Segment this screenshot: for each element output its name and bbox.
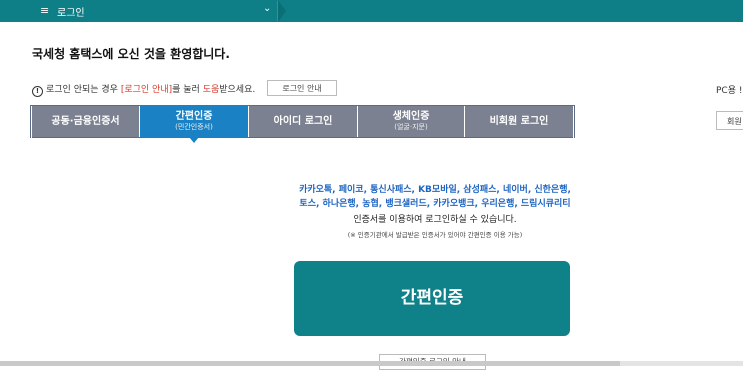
tab-guest-login[interactable]: 비회원 로그인: [465, 106, 573, 137]
tab-underline: [32, 137, 573, 138]
notice-suffix: 받으세요.: [219, 85, 256, 95]
info-icon: !: [32, 86, 43, 97]
tab-simple-auth[interactable]: 간편인증 (민간인증서): [140, 106, 248, 143]
provider-line: 토스, 하나은행, 농협, 뱅크샐러드, 카카오뱅크, 우리은행, 드림시큐리티: [299, 199, 571, 209]
login-guide-link[interactable]: [로그인 안내]: [121, 85, 172, 95]
notice-middle: 를 눌러: [172, 85, 203, 95]
tab-label: 비회원 로그인: [489, 116, 549, 127]
notice-help: 도움: [202, 85, 220, 95]
top-navigation-bar: ≡ 로그인 ⌄: [0, 0, 743, 22]
tab-sublabel: (얼굴·지문): [394, 122, 428, 131]
pc-version-label: PC용 !: [716, 86, 743, 96]
nav-divider-shadow: [278, 0, 286, 22]
welcome-heading: 국세청 홈택스에 오신 것을 환영합니다.: [32, 47, 230, 61]
tab-sublabel: (민간인증서): [175, 122, 213, 131]
horizontal-scrollbar[interactable]: [0, 361, 743, 366]
login-notice: ! 로그인 안되는 경우 [로그인 안내]를 눌러 도움받으세요.: [32, 82, 255, 97]
tab-label: 생체인증: [392, 110, 430, 122]
login-guide-button[interactable]: 로그인 안내: [267, 80, 337, 96]
register-button[interactable]: 회원: [716, 111, 743, 130]
tab-id-login[interactable]: 아이디 로그인: [249, 106, 357, 137]
page-title-nav[interactable]: 로그인: [57, 4, 85, 19]
provider-list: 카카오톡, 페이코, 통신사패스, KB모바일, 삼성패스, 네이버, 신한은행…: [220, 183, 650, 211]
usage-text: 인증서를 이용하여 로그인하실 수 있습니다.: [353, 215, 517, 225]
simple-auth-button[interactable]: 간편인증: [294, 261, 570, 336]
provider-line: 카카오톡, 페이코, 통신사패스, KB모바일, 삼성패스, 네이버, 신한은행…: [299, 185, 571, 195]
scrollbar-thumb[interactable]: [0, 361, 620, 366]
chevron-down-icon[interactable]: ⌄: [263, 3, 271, 14]
tab-biometric[interactable]: 생체인증 (얼굴·지문): [358, 106, 464, 137]
footnote-text: (※ 인증기관에서 발급받은 인증서가 있어야 간편인증 이용 가능): [347, 231, 523, 239]
notice-prefix: 로그인 안되는 경우: [46, 85, 121, 95]
tab-label: 아이디 로그인: [273, 116, 333, 127]
menu-icon[interactable]: ≡: [40, 4, 49, 17]
tab-label: 간편인증: [175, 110, 213, 122]
tab-certificate[interactable]: 공동·금융인증서: [32, 106, 139, 137]
tab-label: 공동·금융인증서: [51, 116, 120, 127]
